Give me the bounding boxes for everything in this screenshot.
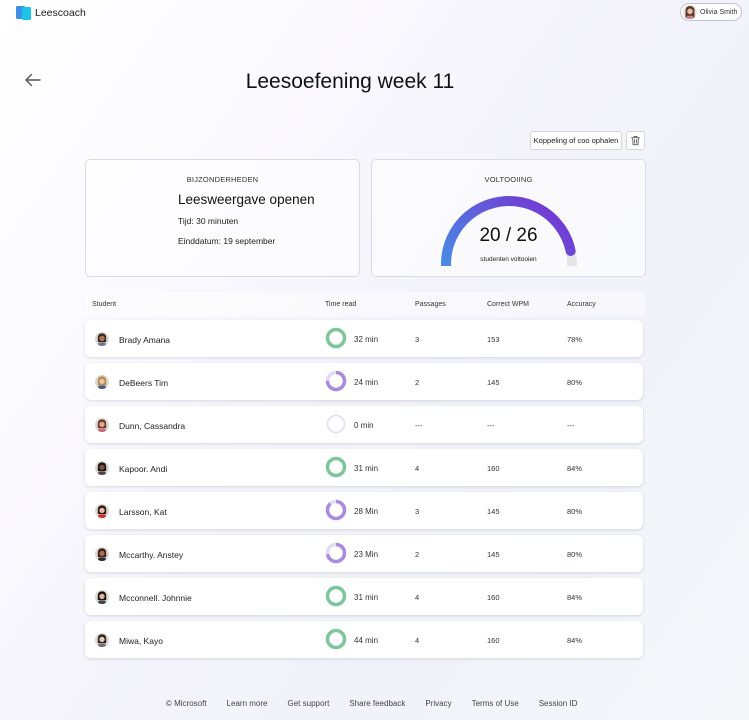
- time-read: 44 min: [354, 636, 379, 645]
- accuracy: 84%: [567, 464, 583, 473]
- correct-wpm: 160: [487, 636, 500, 645]
- progress-ring-icon: [325, 585, 347, 607]
- footer-link-get-support[interactable]: Get support: [288, 699, 330, 708]
- passages-count: 3: [415, 335, 420, 344]
- passages-count: 4: [415, 464, 420, 473]
- accuracy: 80%: [567, 378, 583, 387]
- column-header-time-read: Time read: [325, 301, 357, 308]
- table-row[interactable]: Mccarthy. Anstey 23 Min 2 145 80%: [85, 535, 643, 572]
- passages-count: 4: [415, 636, 420, 645]
- student-avatar: [95, 461, 109, 475]
- table-row[interactable]: Larsson, Kat 28 Min 3 145 80%: [85, 492, 643, 529]
- book-logo-icon: [16, 6, 31, 20]
- app-header: Leescoach Olivia Smith: [0, 0, 749, 26]
- student-name[interactable]: Miwa, Kayo: [119, 636, 163, 646]
- time-read: 32 min: [354, 335, 379, 344]
- student-avatar: [95, 547, 109, 561]
- column-header-correct-wpm: Correct WPM: [487, 301, 529, 308]
- footer-link-session-id[interactable]: Session ID: [539, 699, 578, 708]
- details-card: BIJZONDERHEDEN Leesweergave openen Tijd:…: [85, 159, 360, 277]
- time-read: 28 Min: [354, 507, 379, 516]
- passages-count: 2: [415, 378, 420, 387]
- accuracy: 84%: [567, 636, 583, 645]
- account-button[interactable]: Olivia Smith: [680, 3, 742, 21]
- student-name[interactable]: Mccarthy. Anstey: [119, 550, 183, 560]
- correct-wpm: ---: [487, 421, 495, 430]
- column-header-passages: Passages: [415, 301, 446, 308]
- progress-ring-icon: [325, 542, 347, 564]
- time-read: 23 Min: [354, 550, 379, 559]
- table-header: Student Time read Passages Correct WPM A…: [85, 292, 645, 316]
- column-header-accuracy: Accuracy: [567, 301, 596, 308]
- passages-count: 3: [415, 507, 420, 516]
- accuracy: ---: [567, 421, 575, 430]
- page-title: Leesoefening week 11: [245, 70, 455, 93]
- student-name[interactable]: Dunn, Cassandra: [119, 421, 185, 431]
- student-avatar: [95, 375, 109, 389]
- table-row[interactable]: Mcconnell. Johnnie 31 min 4 160 84%: [85, 578, 643, 615]
- user-name: Olivia Smith: [700, 8, 738, 16]
- accuracy: 80%: [567, 507, 583, 516]
- footer-link-terms[interactable]: Terms of Use: [472, 699, 519, 708]
- student-name[interactable]: Larsson, Kat: [119, 507, 167, 517]
- time-read: 31 min: [354, 593, 379, 602]
- table-row[interactable]: DeBeers Tim 24 min 2 145 80%: [85, 363, 643, 400]
- table-row[interactable]: Kapoor. Andi 31 min 4 160 84%: [85, 449, 643, 486]
- correct-wpm: 145: [487, 550, 500, 559]
- footer-link-learn-more[interactable]: Learn more: [227, 699, 268, 708]
- passages-count: 2: [415, 550, 420, 559]
- user-avatar: [683, 5, 697, 19]
- correct-wpm: 160: [487, 464, 500, 473]
- time-read: 0 min: [354, 421, 374, 430]
- student-name[interactable]: Kapoor. Andi: [119, 464, 167, 474]
- progress-ring-icon: [325, 456, 347, 478]
- student-name[interactable]: Brady Amana: [119, 335, 170, 345]
- footer-links: © Microsoft Learn more Get support Share…: [166, 699, 577, 708]
- student-avatar: [95, 590, 109, 604]
- completion-heading: VOLTOOIING: [484, 175, 533, 184]
- completion-caption: studenten voltooien: [480, 256, 537, 263]
- table-row[interactable]: Miwa, Kayo 44 min 4 160 84%: [85, 621, 643, 658]
- completion-card: VOLTOOIING 20 / 26 studenten voltooien: [371, 159, 646, 277]
- accuracy: 84%: [567, 593, 583, 602]
- progress-ring-icon: [325, 370, 347, 392]
- table-row[interactable]: Brady Amana 32 min 3 153 78%: [85, 320, 643, 357]
- progress-ring-icon: [325, 628, 347, 650]
- assignment-title: Leesweergave openen: [178, 192, 315, 207]
- app-name: Leescoach: [35, 7, 86, 19]
- passages-count: ---: [415, 421, 423, 430]
- get-link-button[interactable]: Koppeling of coo ophalen: [530, 131, 622, 150]
- table-row[interactable]: Dunn, Cassandra 0 min --- --- ---: [85, 406, 643, 443]
- delete-button[interactable]: [626, 131, 645, 150]
- correct-wpm: 160: [487, 593, 500, 602]
- student-avatar: [95, 332, 109, 346]
- passages-count: 4: [415, 593, 420, 602]
- student-name[interactable]: Mcconnell. Johnnie: [119, 593, 192, 603]
- student-avatar: [95, 504, 109, 518]
- progress-ring-icon: [325, 499, 347, 521]
- correct-wpm: 145: [487, 378, 500, 387]
- details-heading: BIJZONDERHEDEN: [186, 175, 259, 184]
- completion-value: 20 / 26: [479, 225, 538, 246]
- progress-ring-icon: [325, 327, 347, 349]
- student-avatar: [95, 418, 109, 432]
- column-header-student: Student: [92, 301, 117, 308]
- footer-copyright: © Microsoft: [166, 699, 207, 708]
- student-name[interactable]: DeBeers Tim: [119, 378, 168, 388]
- time-read: 31 min: [354, 464, 379, 473]
- assignment-time: Tijd: 30 minuten: [178, 216, 239, 226]
- footer-link-privacy[interactable]: Privacy: [425, 699, 451, 708]
- correct-wpm: 145: [487, 507, 500, 516]
- time-read: 24 min: [354, 378, 379, 387]
- accuracy: 78%: [567, 335, 583, 344]
- student-avatar: [95, 633, 109, 647]
- correct-wpm: 153: [487, 335, 500, 344]
- footer-link-share-feedback[interactable]: Share feedback: [349, 699, 405, 708]
- trash-icon: [630, 136, 641, 146]
- accuracy: 80%: [567, 550, 583, 559]
- assignment-due-date: Einddatum: 19 september: [178, 236, 276, 246]
- progress-ring-icon: [325, 413, 347, 435]
